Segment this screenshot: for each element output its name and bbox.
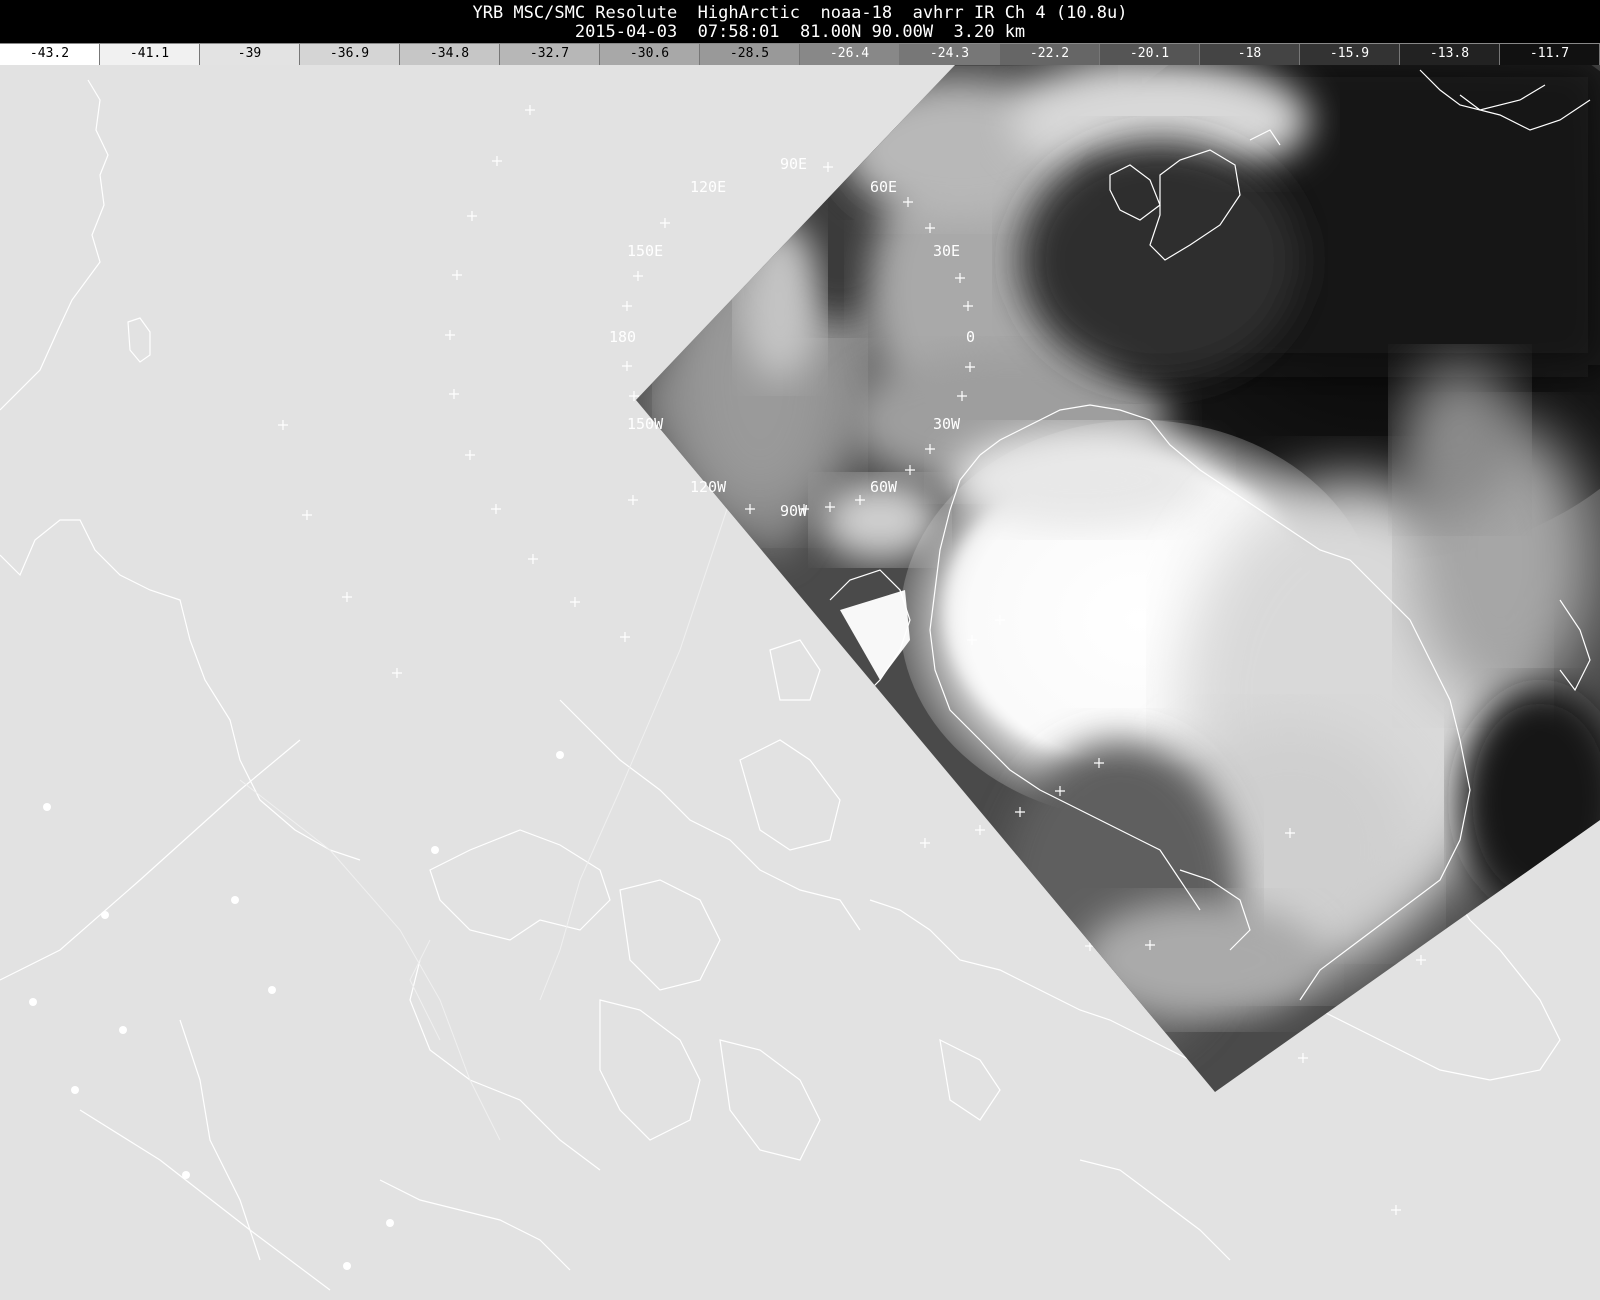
color-scale-segment: -32.7 xyxy=(500,44,600,65)
color-scale-label: -11.7 xyxy=(1529,46,1570,61)
color-scale-label: -24.3 xyxy=(929,46,970,61)
color-scale-segment: -20.1 xyxy=(1100,44,1200,65)
temperature-color-scale: -43.2 -41.1 -39 -36.9 -34.8 -32.7 -30.6 -28.5 -2… xyxy=(0,43,1600,65)
color-scale-segment: -24.3 xyxy=(900,44,1000,65)
color-scale-label: -30.6 xyxy=(629,46,670,61)
graticule-label: 120W xyxy=(690,478,727,496)
graticule-label: 90W xyxy=(780,502,808,520)
color-scale-label: -36.9 xyxy=(329,46,370,61)
header-title-line: YRB MSC/SMC Resolute HighArctic noaa-18 … xyxy=(472,3,1128,23)
color-scale-label: -39 xyxy=(237,46,262,61)
image-header: YRB MSC/SMC Resolute HighArctic noaa-18 … xyxy=(0,0,1600,43)
color-scale-label: -26.4 xyxy=(829,46,870,61)
header-info-line: 2015-04-03 07:58:01 81.00N 90.00W 3.20 k… xyxy=(574,22,1026,42)
color-scale-label: -13.8 xyxy=(1429,46,1470,61)
graticule-label: 30E xyxy=(933,242,960,260)
color-scale-segment: -22.2 xyxy=(1000,44,1100,65)
color-scale-label: -34.8 xyxy=(429,46,470,61)
graticule-label: 150E xyxy=(627,242,663,260)
color-scale-label: -22.2 xyxy=(1029,46,1070,61)
color-scale-label: -15.9 xyxy=(1329,46,1370,61)
color-scale-label: -43.2 xyxy=(29,46,70,61)
color-scale-segment: -18 xyxy=(1200,44,1300,65)
color-scale-segment: -43.2 xyxy=(0,44,100,65)
graticule-label: 120E xyxy=(690,178,726,196)
graticule-label: 60E xyxy=(870,178,897,196)
color-scale-label: -20.1 xyxy=(1129,46,1170,61)
color-scale-segment: -36.9 xyxy=(300,44,400,65)
graticule-label: 0 xyxy=(966,328,975,346)
color-scale-segment: -30.6 xyxy=(600,44,700,65)
color-scale-segment: -26.4 xyxy=(800,44,900,65)
color-scale-segment: -28.5 xyxy=(700,44,800,65)
color-scale-label: -41.1 xyxy=(129,46,170,61)
map-view: 90E 120E 60E 150E 30E 180 0 150W 30W 120… xyxy=(0,65,1600,1300)
color-scale-segment: -13.8 xyxy=(1400,44,1500,65)
color-scale-label: -28.5 xyxy=(729,46,770,61)
graticule-label: 30W xyxy=(933,415,961,433)
color-scale-segment: -15.9 xyxy=(1300,44,1400,65)
color-scale-segment: -39 xyxy=(200,44,300,65)
graticule-label: 150W xyxy=(627,415,664,433)
color-scale-label: -18 xyxy=(1237,46,1262,61)
color-scale-segment: -41.1 xyxy=(100,44,200,65)
graticule-label: 180 xyxy=(609,328,636,346)
color-scale-label: -32.7 xyxy=(529,46,570,61)
graticule-label: 60W xyxy=(870,478,898,496)
graticule-label: 90E xyxy=(780,155,807,173)
color-scale-segment: -34.8 xyxy=(400,44,500,65)
color-scale-segment: -11.7 xyxy=(1500,44,1600,65)
